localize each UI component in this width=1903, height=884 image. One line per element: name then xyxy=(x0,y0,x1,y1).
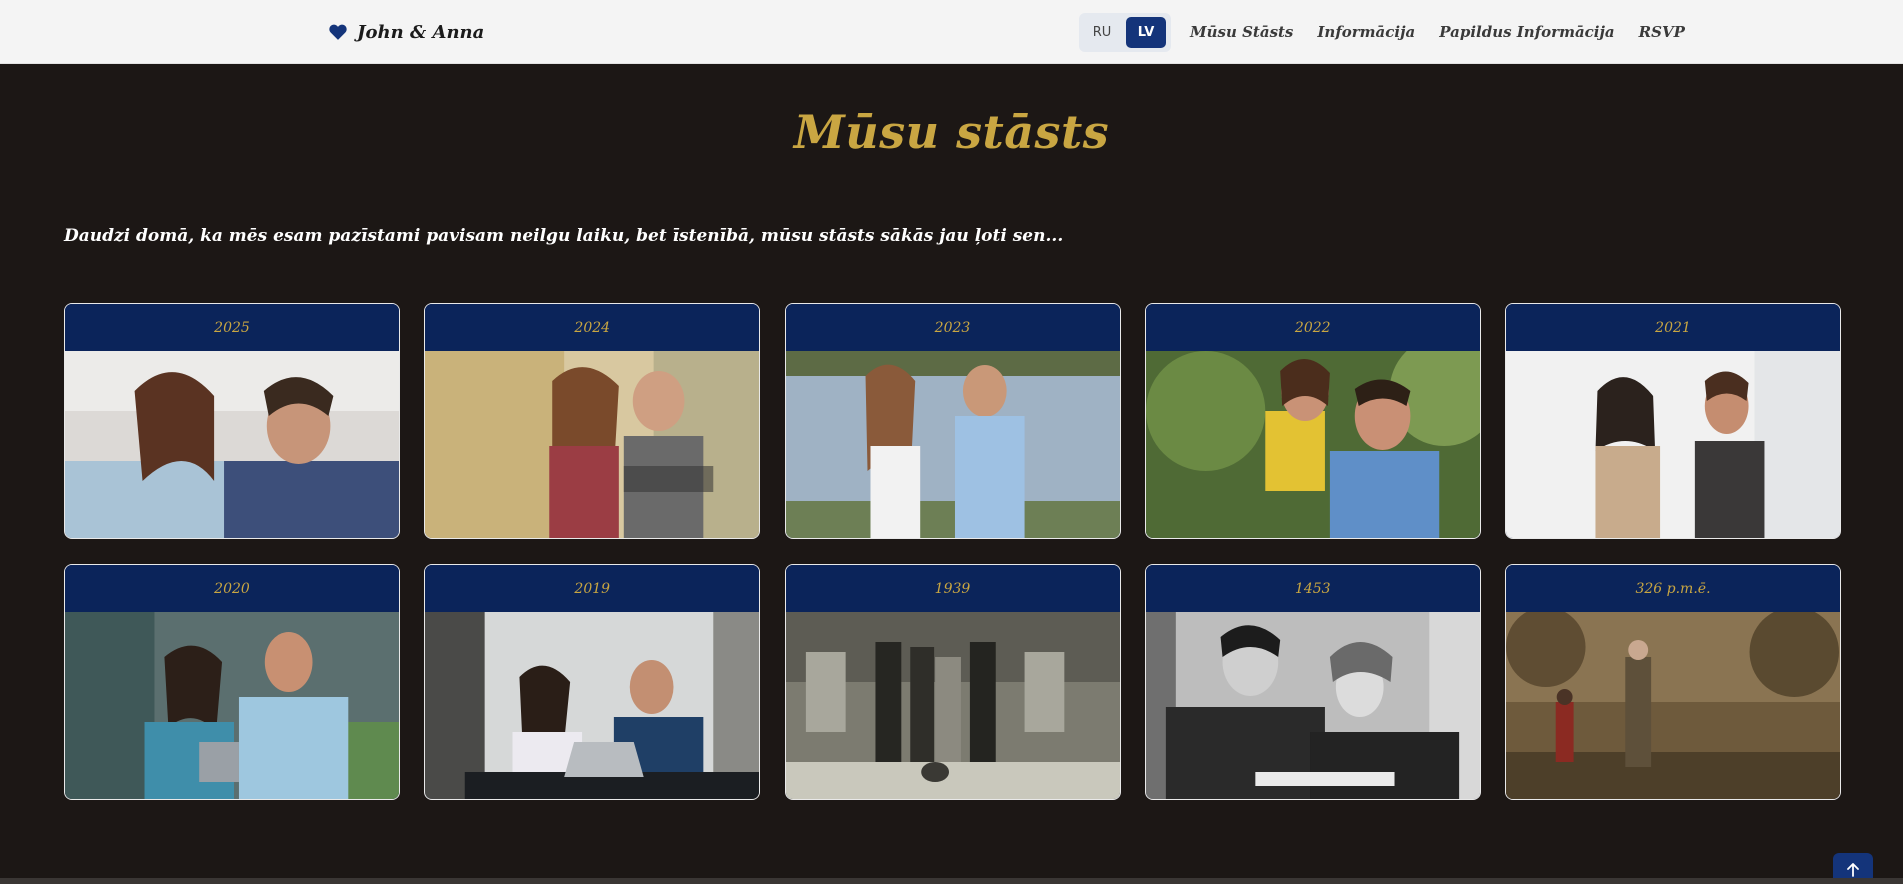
couple-photo xyxy=(785,351,1120,538)
couple-photo xyxy=(425,612,760,799)
nav-link-story[interactable]: Mūsu Stāsts xyxy=(1190,23,1293,41)
brand-name: John & Anna xyxy=(357,21,485,43)
timeline-card-2022[interactable]: 2022 xyxy=(1144,303,1481,539)
card-year: 2022 xyxy=(1145,304,1480,351)
main-nav: Mūsu Stāsts Informācija Papildus Informā… xyxy=(1190,20,1685,44)
card-year: 326 p.m.ē. xyxy=(1506,565,1840,612)
vintage-photo xyxy=(1145,612,1480,799)
timeline-card-2023[interactable]: 2023 xyxy=(784,303,1121,539)
timeline-card-2020[interactable]: 2020 xyxy=(64,564,400,800)
card-year: 1453 xyxy=(1145,565,1480,612)
card-year: 1939 xyxy=(785,565,1120,612)
card-year: 2024 xyxy=(425,304,760,351)
timeline-card-1939[interactable]: 1939 xyxy=(784,564,1121,800)
language-lv-button[interactable]: LV xyxy=(1126,17,1166,48)
nav-link-rsvp[interactable]: RSVP xyxy=(1639,23,1685,41)
page-title: Mūsu stāsts xyxy=(793,105,1110,159)
timeline-card-2025[interactable]: 2025 xyxy=(64,303,400,539)
timeline-card-326[interactable]: 326 p.m.ē. xyxy=(1505,564,1841,800)
couple-photo xyxy=(1506,351,1840,538)
language-switcher: RU LV xyxy=(1079,13,1171,52)
navbar: John & Anna RU LV Mūsu Stāsts Informācij… xyxy=(0,0,1903,64)
timeline-grid: 2025 2024 2023 2022 2021 2020 2019 1939 … xyxy=(64,303,1841,800)
nav-link-information[interactable]: Informācija xyxy=(1317,23,1415,41)
timeline-card-2024[interactable]: 2024 xyxy=(424,303,761,539)
footer-strip xyxy=(0,878,1903,884)
nav-link-additional-information[interactable]: Papildus Informācija xyxy=(1439,23,1614,41)
painting-photo xyxy=(1506,612,1840,799)
card-year: 2023 xyxy=(785,304,1120,351)
vintage-photo xyxy=(785,612,1120,799)
couple-photo xyxy=(65,351,399,538)
heart-icon xyxy=(329,24,347,40)
intro-text: Daudzi domā, ka mēs esam pazīstami pavis… xyxy=(64,226,1064,246)
card-year: 2019 xyxy=(425,565,760,612)
couple-photo xyxy=(425,351,760,538)
couple-photo xyxy=(1145,351,1480,538)
card-year: 2020 xyxy=(65,565,399,612)
timeline-card-2021[interactable]: 2021 xyxy=(1505,303,1841,539)
language-ru-button[interactable]: RU xyxy=(1082,17,1122,48)
card-year: 2025 xyxy=(65,304,399,351)
brand-link[interactable]: John & Anna xyxy=(329,20,484,44)
timeline-card-1453[interactable]: 1453 xyxy=(1144,564,1481,800)
couple-photo xyxy=(65,612,399,799)
card-year: 2021 xyxy=(1506,304,1840,351)
timeline-card-2019[interactable]: 2019 xyxy=(424,564,761,800)
